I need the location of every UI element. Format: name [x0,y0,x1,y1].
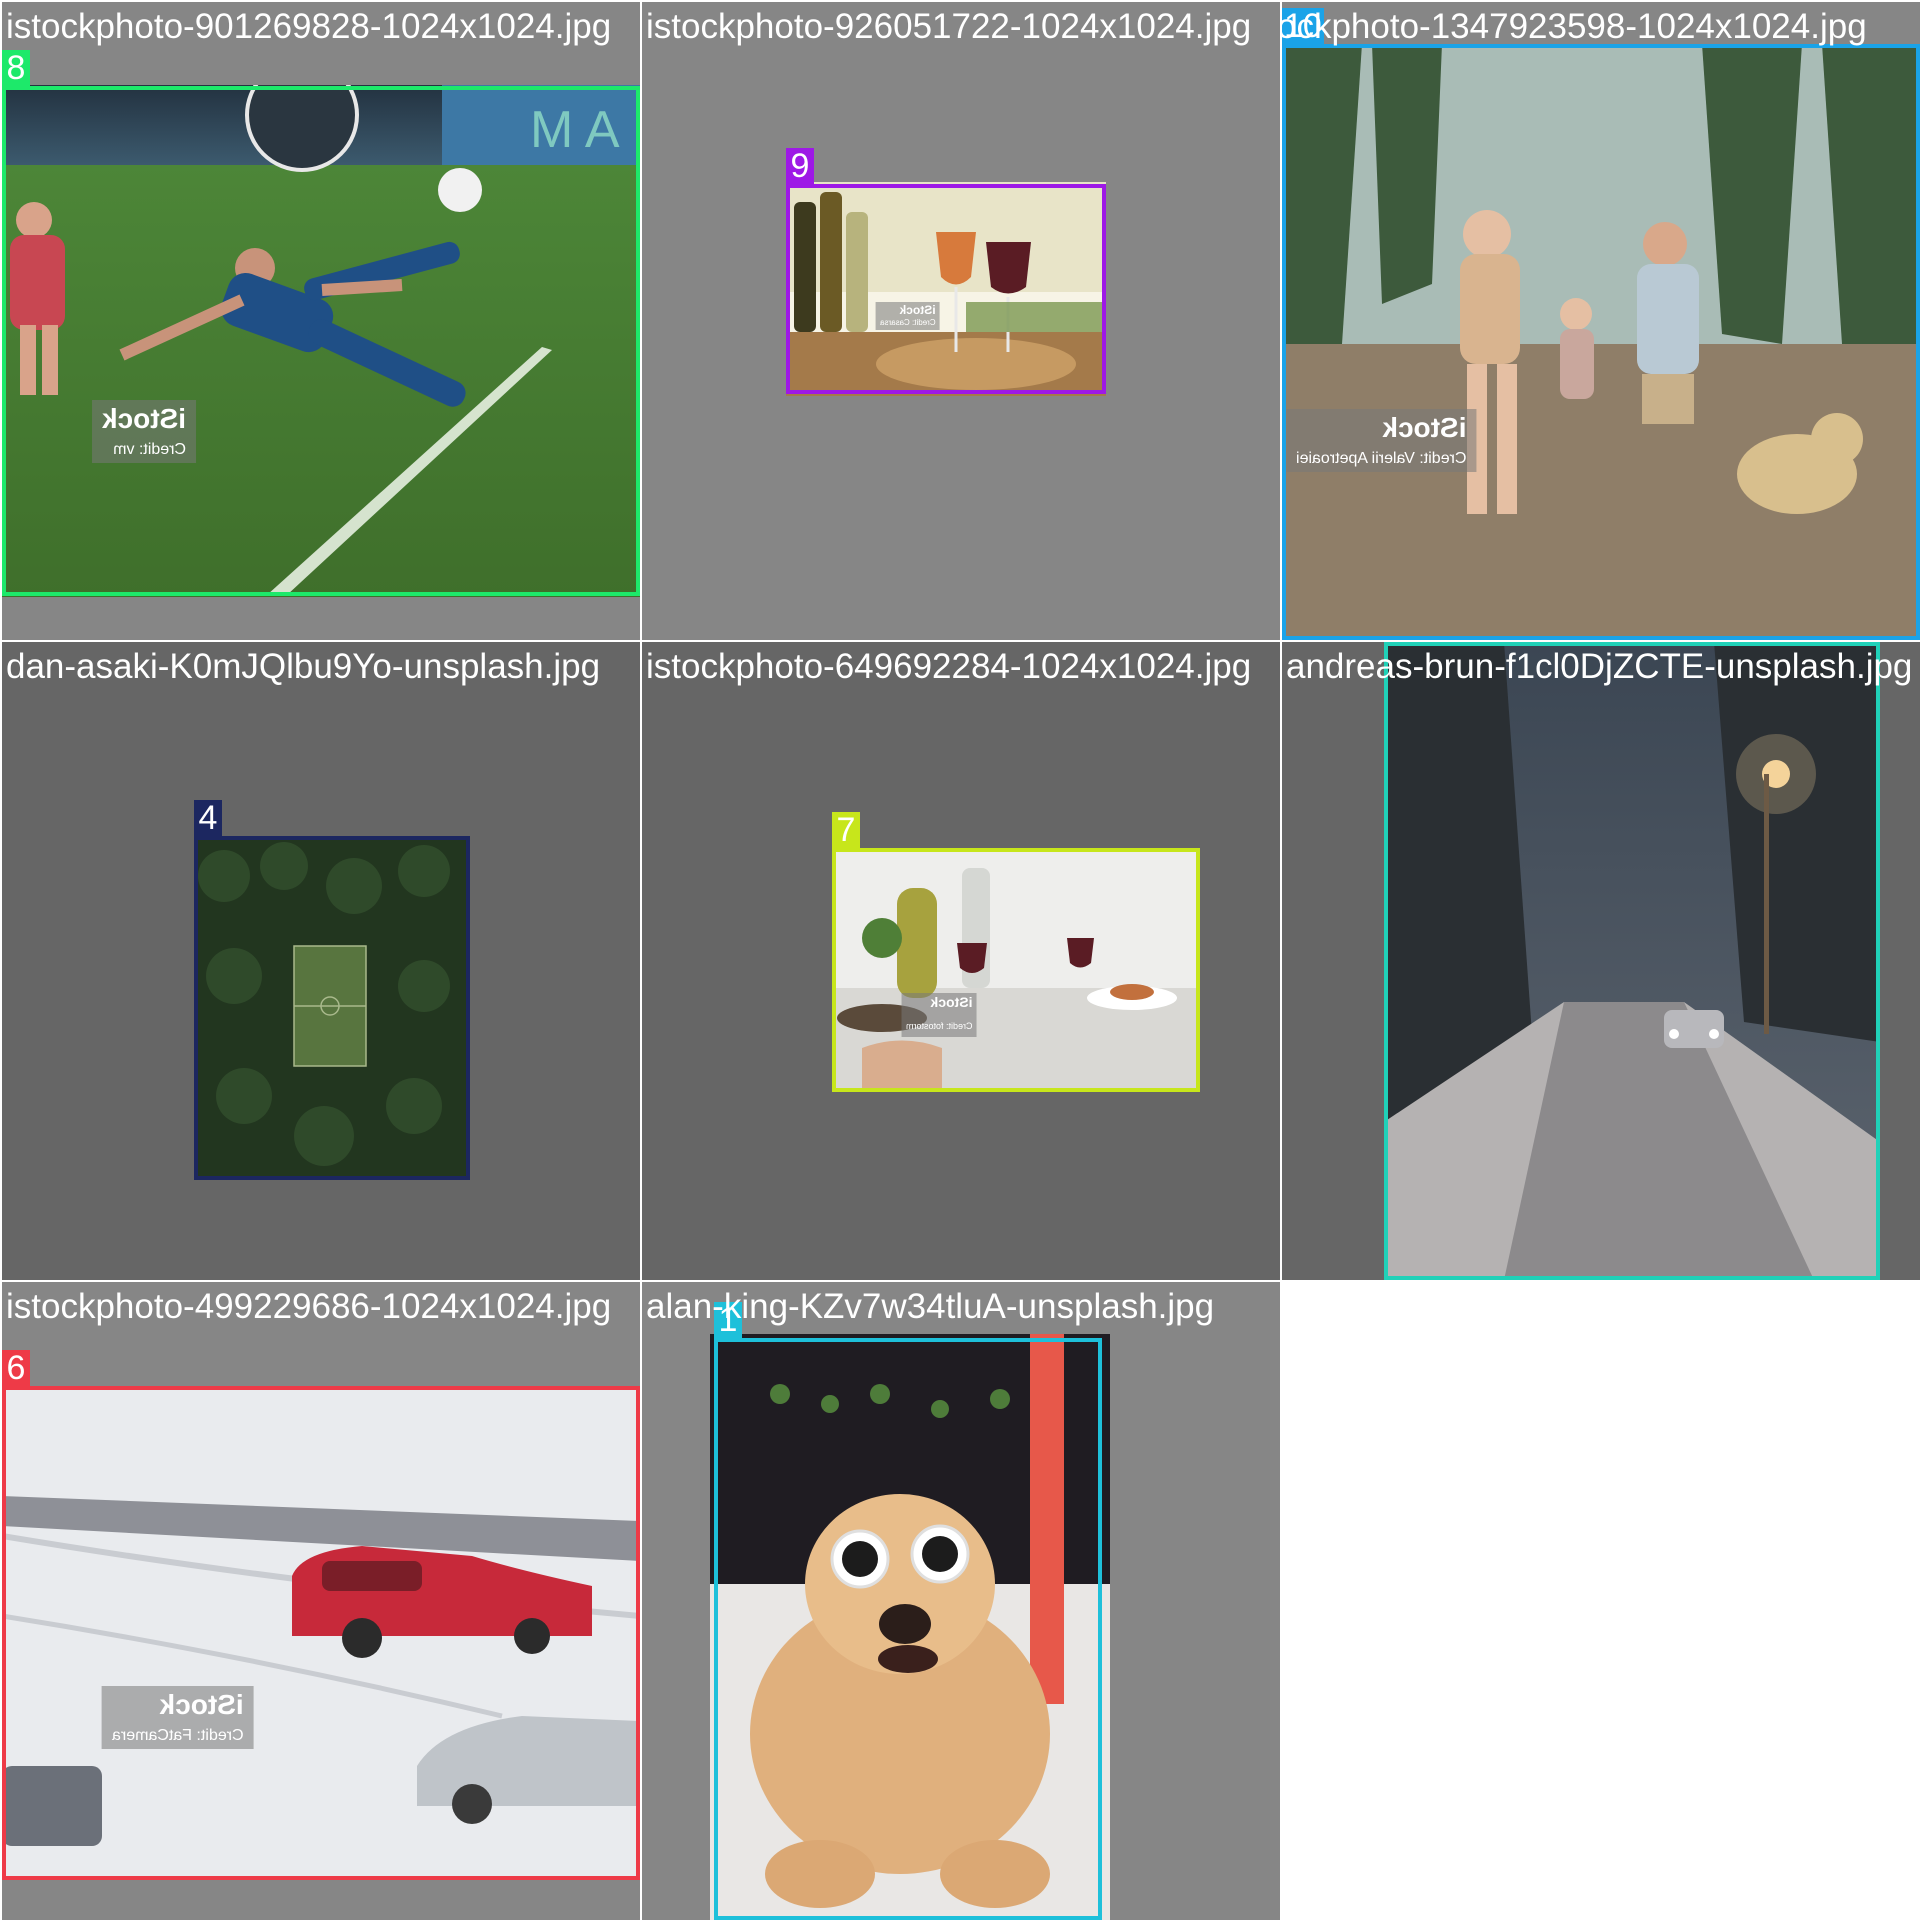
bounding-box-3: 3 [1384,642,1880,1280]
bounding-box-4: 4 [194,800,470,1180]
bounding-box-7: 7 [832,812,1200,1092]
mosaic-tile-dining: iStock Credit: fotostorm 7 istockphoto-6… [642,642,1280,1280]
filename-label: istockphoto-499229686-1024x1024.jpg [6,1287,612,1326]
bounding-box-10: 10 [1282,8,1920,640]
filename-label: dan-asaki-K0mJQlbu9Yo-unsplash.jpg [6,647,601,686]
mosaic-tile-car-crash: iStock Credit: FatCamera 6 istockphoto-4… [2,1282,640,1920]
filename-label: andreas-brun-f1cl0DjZCTE-unsplash.jpg [1286,647,1913,686]
filename-label: istockphoto-1347923598-1024x1024.jpg [1282,7,1867,46]
mosaic-tile-family: iStock Credit: Valerii Apetroaiei 10 ist… [1282,2,1920,640]
bbox-label-9: 9 [786,148,814,184]
bounding-box-9: 9 [786,148,1106,394]
bbox-label-8: 8 [2,50,30,86]
mosaic-tile-soccer: M A iStock Credit: vm 8 istockphoto-9012… [2,2,640,640]
mosaic-tile-dog: 1 alan-king-KZv7w34tluA-unsplash.jpg [642,1282,1280,1920]
mosaic-tile-wine: iStock Credit: Casarsa 9 istockphoto-926… [642,2,1280,640]
bounding-box-1: 1 [714,1302,1102,1920]
filename-label: istockphoto-649692284-1024x1024.jpg [646,647,1252,686]
mosaic-tile-snow-road: 3 andreas-brun-f1cl0DjZCTE-unsplash.jpg [1282,642,1920,1280]
bbox-label-6: 6 [2,1350,30,1386]
bbox-label-7: 7 [832,812,860,848]
bbox-label-4: 4 [194,800,222,836]
bounding-box-8: 8 [2,50,640,596]
mosaic-tile-forest-field: 4 dan-asaki-K0mJQlbu9Yo-unsplash.jpg [2,642,640,1280]
bounding-box-6: 6 [2,1350,640,1880]
filename-label: alan-king-KZv7w34tluA-unsplash.jpg [646,1287,1215,1326]
filename-label: istockphoto-901269828-1024x1024.jpg [6,7,612,46]
filename-label: istockphoto-926051722-1024x1024.jpg [646,7,1252,46]
